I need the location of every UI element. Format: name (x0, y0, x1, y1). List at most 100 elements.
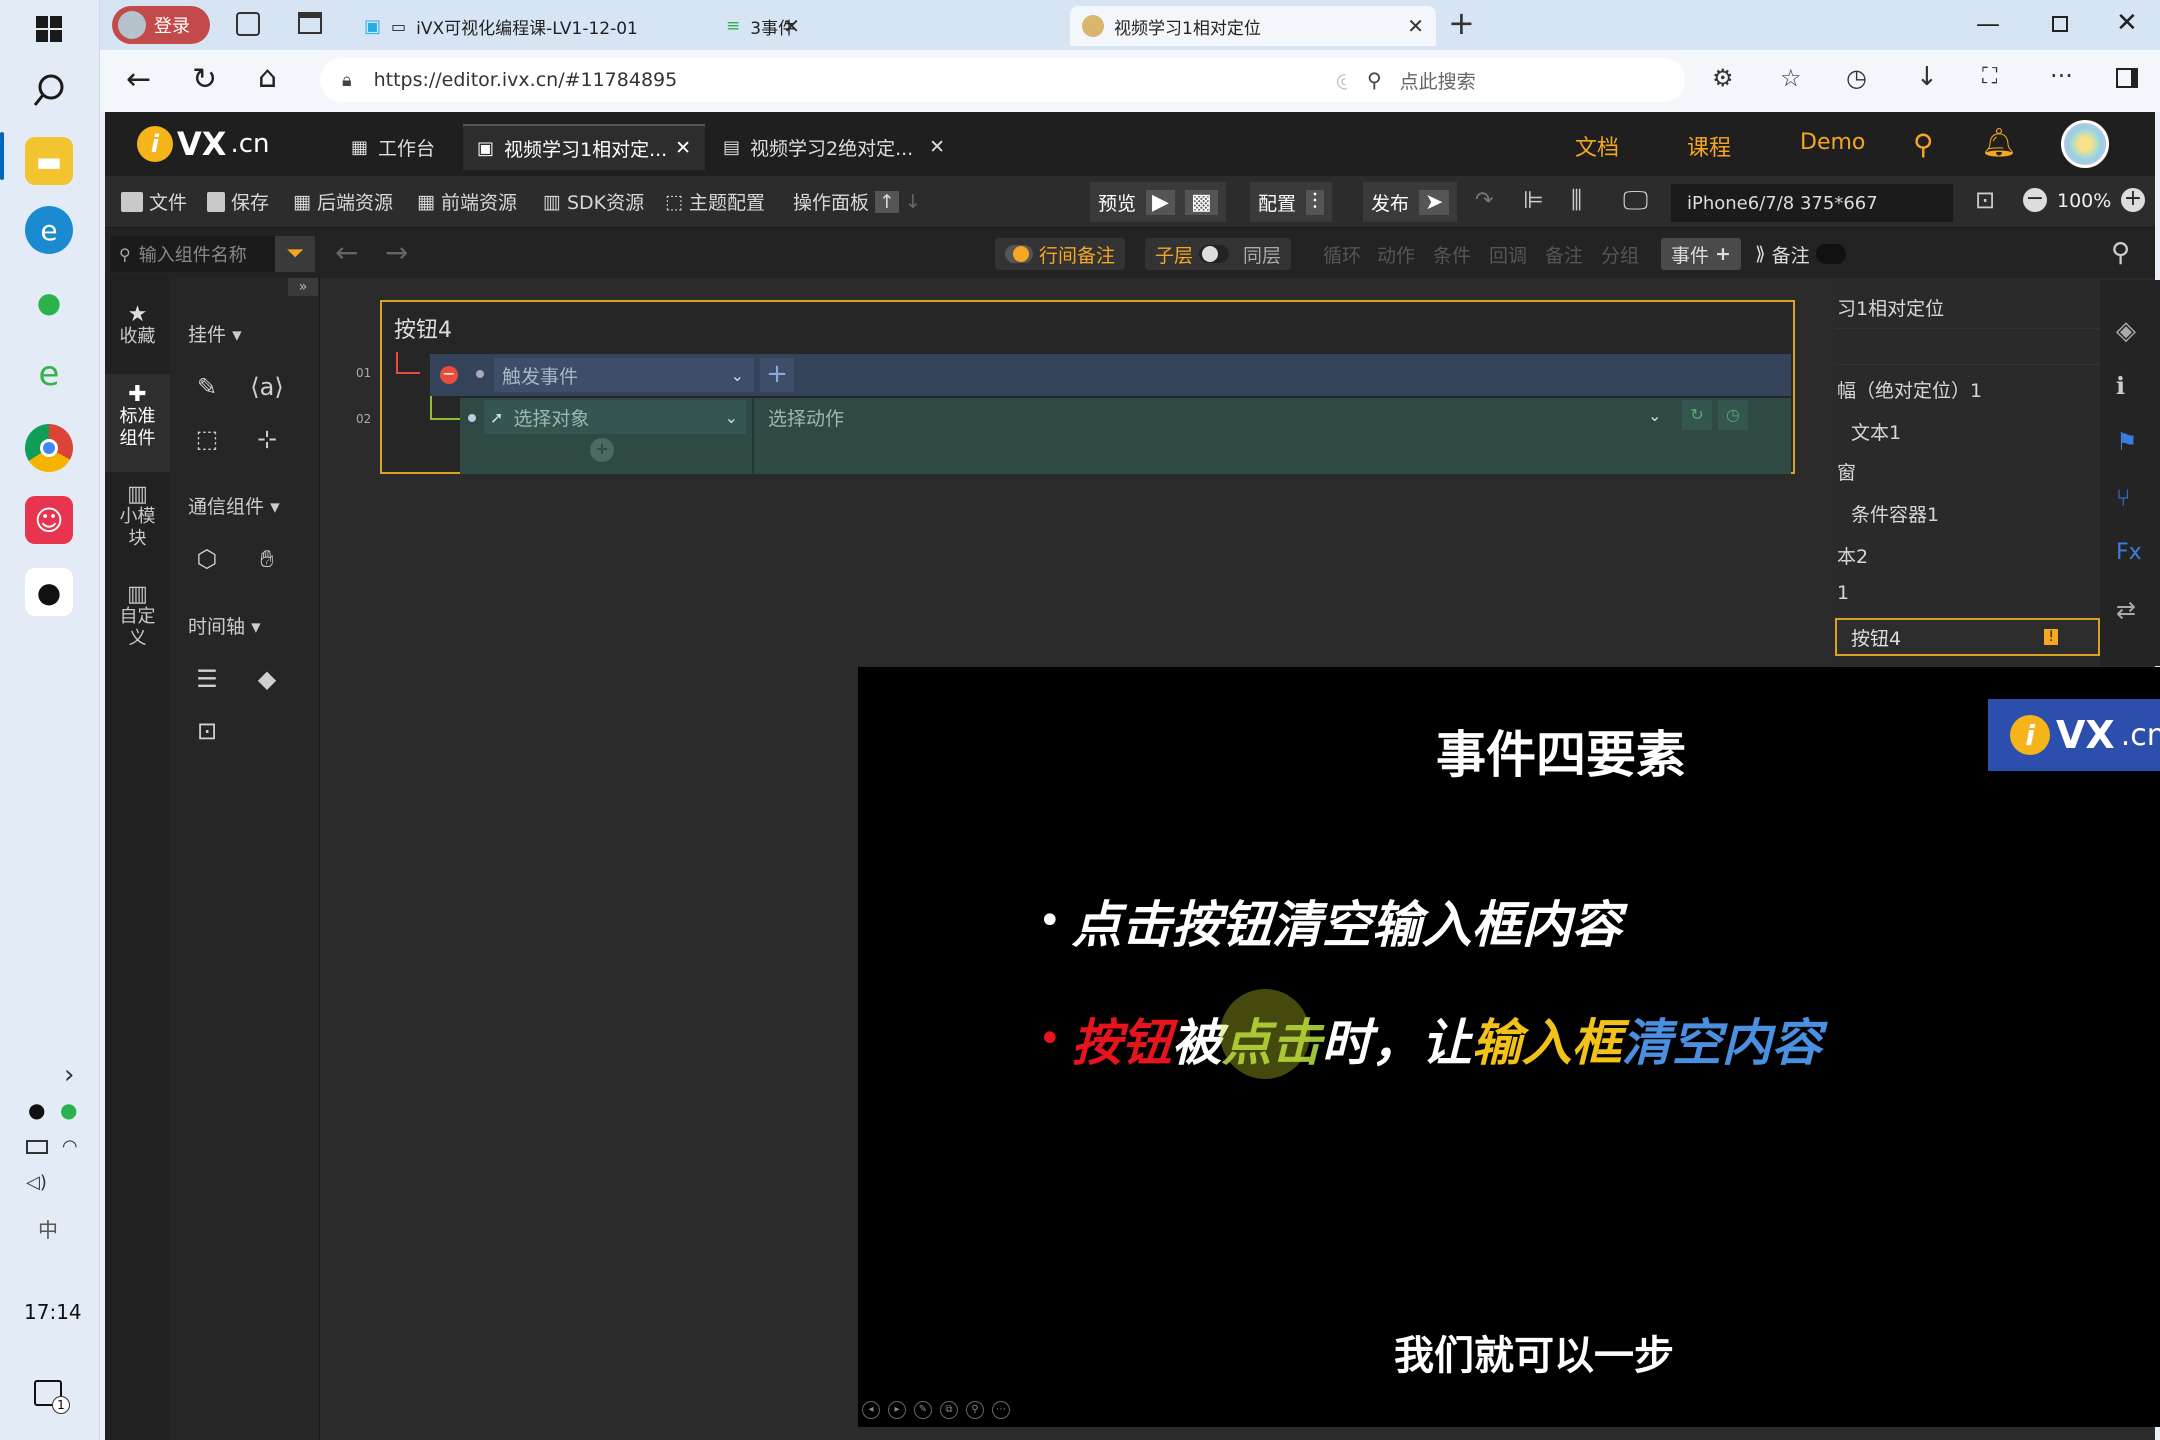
save-button[interactable]: 保存 (207, 188, 269, 215)
ie-browser-icon[interactable]: e (25, 350, 73, 398)
nav-standard-components[interactable]: ✚ 标准组件 (105, 374, 170, 472)
tree-item-button4[interactable]: 按钮4 ! (1835, 618, 2100, 656)
layers-icon[interactable]: ◈ (2116, 316, 2136, 346)
screenshot-icon[interactable]: ⊡ (1975, 186, 1995, 214)
clock[interactable]: 17:14 (24, 1300, 82, 1324)
tree-item-window[interactable]: 窗 (1837, 458, 1856, 485)
note-button[interactable]: 备注 (1535, 238, 1593, 270)
course-link[interactable]: 课程 (1687, 130, 1731, 162)
group-communication[interactable]: 通信组件 ▾ (188, 492, 280, 519)
demo-link[interactable]: Demo (1800, 130, 1865, 155)
arrow-down-icon[interactable]: ↓ (905, 191, 921, 213)
backend-resources-button[interactable]: ▦ 后端资源 (293, 188, 393, 215)
tab-video-study-2[interactable]: ▤ 视频学习2绝对定... ✕ (709, 124, 959, 170)
component-search-input[interactable]: ⚲ 输入组件名称 (111, 236, 276, 272)
search-icon[interactable]: ⚲ (1913, 128, 1934, 161)
trigger-event-select[interactable]: 触发事件 ⌄ (494, 358, 754, 392)
window-close-icon[interactable]: ✕ (2116, 8, 2138, 38)
favorites-icon[interactable]: ☆ (1780, 64, 1802, 92)
search-icon[interactable]: ⚲ (2111, 238, 2130, 268)
loop-button[interactable]: 循环 (1313, 238, 1371, 270)
video-player[interactable]: i VX .cn 事件四要素 • 点击按钮清空输入框内容 • 按钮 被 点击 时… (858, 667, 2160, 1427)
frontend-resources-button[interactable]: ▦ 前端资源 (417, 188, 517, 215)
operation-panel-button[interactable]: 操作面板 ↑ ↓ (793, 188, 921, 215)
note-panel-toggle[interactable]: ⟫ 备注 (1745, 238, 1856, 270)
edge-browser-icon[interactable]: e (25, 206, 73, 254)
tab-workbench[interactable]: ▦ 工作台 (337, 124, 449, 170)
tree-item-1[interactable]: 1 (1837, 582, 1849, 604)
ivx-logo[interactable]: i VX .cn (137, 124, 269, 164)
tag-icon[interactable]: ⟨a⟩ (250, 370, 284, 404)
select-action-dropdown[interactable]: 选择动作 (758, 400, 1458, 434)
action-button[interactable]: 动作 (1367, 238, 1425, 270)
function-icon[interactable]: Fx (2116, 540, 2142, 565)
zoom-icon[interactable]: ⚲ (966, 1401, 984, 1419)
callback-button[interactable]: 回调 (1479, 238, 1537, 270)
url-field[interactable]: 🔒︎ https://editor.ivx.cn/#11784895 ◎ ☆ (320, 58, 1425, 102)
zoom-in-icon[interactable]: + (2121, 188, 2145, 212)
nav-favorites[interactable]: ★ 收藏 (105, 304, 170, 348)
more-icon[interactable]: ··· (2050, 62, 2073, 90)
history-icon[interactable]: ◷ (1846, 64, 1867, 92)
volume-icon[interactable]: ◁) (26, 1172, 47, 1193)
child-layer-toggle[interactable]: 子层 同层 (1145, 238, 1292, 270)
windows-start-icon[interactable] (34, 14, 64, 44)
red-app-icon[interactable]: ☺ (25, 496, 73, 544)
ime-icon[interactable]: 中 (38, 1214, 58, 1243)
search-icon[interactable] (32, 72, 68, 108)
copy-icon[interactable]: ⧉ (940, 1401, 958, 1419)
close-icon[interactable]: ✕ (1407, 14, 1424, 38)
qq-tray-icon[interactable]: ● (28, 1098, 45, 1122)
add-action-icon[interactable]: + (590, 438, 614, 462)
zoom-out-icon[interactable]: − (2023, 188, 2047, 212)
remove-row-icon[interactable]: − (440, 366, 458, 384)
tree-item-text1[interactable]: 文本1 (1851, 418, 1901, 445)
collections-icon[interactable] (236, 12, 260, 36)
screenshot-icon[interactable]: ⛶ (1982, 64, 1997, 89)
config-button[interactable]: 配置 ⫶ (1250, 182, 1332, 222)
group-widgets[interactable]: 挂件 ▾ (188, 320, 242, 347)
hand-icon[interactable]: ✋︎ (250, 542, 284, 576)
download-icon[interactable]: ↓ (1916, 62, 1938, 92)
close-icon[interactable]: ✕ (929, 136, 945, 158)
close-icon[interactable]: ✕ (675, 137, 691, 159)
align-vertical-icon[interactable]: ⫼ (1571, 186, 1582, 214)
home-icon[interactable]: ⌂ (258, 60, 277, 95)
wechat-tray-icon[interactable]: ● (60, 1098, 77, 1122)
hexagon-icon[interactable]: ⬡ (190, 542, 224, 576)
pen-icon[interactable]: ✎ (914, 1401, 932, 1419)
loop-icon[interactable]: ↻ (1682, 400, 1712, 430)
event-panel-icon[interactable]: ⚑ (2116, 428, 2138, 456)
flow-icon[interactable]: ⑂ (2116, 484, 2130, 512)
tab-video-study-1[interactable]: ▣ 视频学习1相对定... ✕ (463, 124, 705, 170)
file-explorer-icon[interactable]: ▬ (25, 137, 73, 185)
sidebar-toggle-icon[interactable] (2116, 68, 2138, 88)
tray-expand-icon[interactable]: › (64, 1060, 74, 1090)
tree-item-page[interactable]: 习1相对定位 (1837, 294, 1944, 321)
bell-icon[interactable]: 🔔︎ (1981, 126, 2017, 159)
add-event-button[interactable]: 事件 + (1661, 238, 1741, 270)
text-edit-icon[interactable]: ✎ (190, 370, 224, 404)
line-note-toggle[interactable]: 行间备注 (995, 238, 1126, 270)
qrcode-icon[interactable]: ▩ (1184, 189, 1218, 215)
docs-link[interactable]: 文档 (1575, 130, 1619, 162)
tree-item-condition-container[interactable]: 条件容器1 (1851, 500, 1939, 527)
clock-icon[interactable]: ◷ (1718, 400, 1748, 430)
wechat-icon[interactable]: ● (25, 278, 73, 326)
arrow-up-icon[interactable]: ↑ (875, 190, 899, 213)
redo-icon[interactable]: ↷ (1475, 188, 1493, 213)
group-timeline[interactable]: 时间轴 ▾ (188, 612, 261, 639)
new-tab-icon[interactable]: + (1448, 4, 1475, 42)
collapse-panel-icon[interactable]: » (288, 278, 318, 296)
refresh-icon[interactable]: ↻ (192, 62, 217, 97)
keyframe-icon[interactable]: ◆ (250, 662, 284, 696)
file-menu[interactable]: 文件 (121, 188, 187, 215)
battery-icon[interactable] (26, 1140, 48, 1154)
device-icon[interactable]: 🖵︎ (1623, 186, 1648, 217)
tab-actions-icon[interactable] (298, 12, 322, 34)
notification-icon[interactable]: 1 (34, 1380, 70, 1414)
chrome-icon[interactable] (25, 424, 73, 472)
nav-small-modules[interactable]: ▥ 小模块 (105, 484, 170, 550)
back-arrow-icon[interactable]: ← (335, 236, 358, 269)
crop-icon[interactable]: ⊹ (250, 422, 284, 456)
